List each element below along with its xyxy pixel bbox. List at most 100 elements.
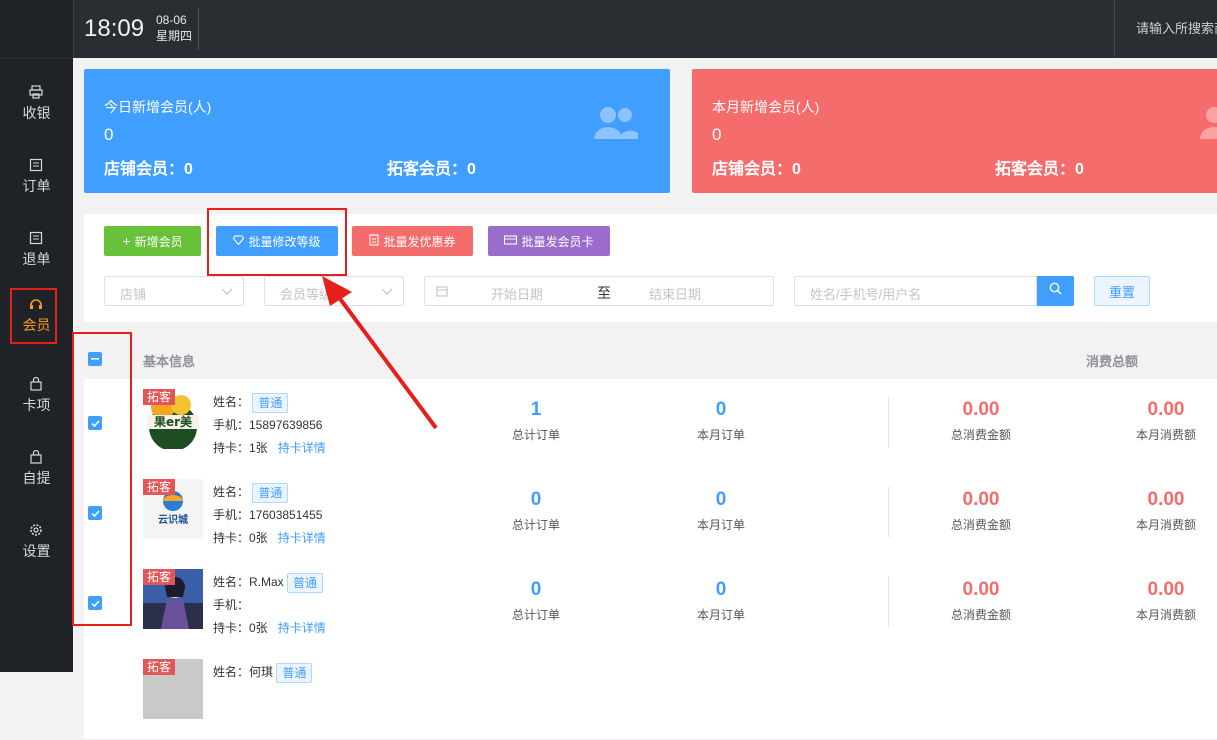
member-name: 姓名： (213, 395, 250, 409)
people-icon (1198, 105, 1217, 146)
row-checkbox[interactable] (88, 416, 102, 430)
member-info: 姓名：R.Max 普通 手机： 持卡：0张 持卡详情 (213, 571, 326, 640)
sidebar-item-label: 设置 (22, 543, 51, 559)
month-new-members-card: 本月新增会员(人) 0 店铺会员：0 拓客会员：0 (692, 69, 1217, 193)
members-table: 基本信息 消费总额 果er美 拓客 姓名： 普通 手机：15897639856 … (84, 339, 1217, 740)
store-select[interactable]: 店铺 (104, 276, 244, 306)
sidebar-item-cards[interactable]: 卡项 (0, 366, 73, 426)
level-badge: 普通 (276, 662, 313, 683)
card-details-link[interactable]: 持卡详情 (278, 531, 326, 545)
button-label: 批量发会员卡 (521, 234, 594, 249)
add-member-button[interactable]: + 新增会员 (104, 226, 201, 256)
sidebar-item-label: 订单 (22, 178, 51, 194)
row-checkbox[interactable] (88, 596, 102, 610)
date-range-picker[interactable]: 开始日期 至 结束日期 (424, 276, 774, 306)
sidebar-item-pickup[interactable]: 自提 (0, 439, 73, 499)
divider (888, 577, 889, 627)
diamond-icon (233, 234, 245, 248)
metric-label: 总消费金额 (950, 428, 1011, 442)
month-orders: 0 本月订单 (661, 489, 781, 533)
metric-label: 总计订单 (511, 518, 560, 532)
row-checkbox[interactable] (88, 506, 102, 520)
month-spent: 0.00 本月消费额 (1106, 399, 1217, 443)
total-spent: 0.00 总消费金额 (921, 399, 1041, 443)
chevron-down-icon (381, 285, 393, 300)
metric-value: 0 (715, 489, 727, 510)
store-members: 店铺会员：0 (712, 161, 801, 178)
select-placeholder: 店铺 (120, 287, 147, 302)
col-total-spent: 消费总额 (1086, 354, 1139, 369)
select-all-checkbox[interactable] (88, 352, 102, 366)
month-orders: 0 本月订单 (661, 579, 781, 623)
toolbar-panel: + 新增会员 批量修改等级 批量发优惠券 批量发会员卡 店铺 会员等级 开始日期… (84, 214, 1217, 322)
sidebar-item-label: 卡项 (22, 397, 51, 413)
clock-date: 08-06 星期四 (156, 12, 192, 44)
metric-value: 0.00 (962, 489, 1000, 510)
search-button[interactable] (1037, 276, 1074, 306)
card-value: 0 (104, 125, 114, 144)
reset-button[interactable]: 重置 (1094, 276, 1150, 306)
card-title: 今日新增会员(人) (104, 99, 212, 115)
metric-label: 本月消费额 (1135, 428, 1196, 442)
metric-label: 总计订单 (511, 428, 560, 442)
store-members: 店铺会员：0 (104, 161, 193, 178)
card-details-link[interactable]: 持卡详情 (278, 621, 326, 635)
today-new-members-card: 今日新增会员(人) 0 店铺会员：0 拓客会员：0 (84, 69, 670, 193)
select-placeholder: 会员等级 (280, 287, 333, 302)
weekday-text: 星期四 (156, 29, 193, 43)
bag-icon (29, 377, 45, 391)
svg-text:云识城: 云识城 (158, 513, 188, 526)
metric-label: 本月订单 (696, 428, 745, 442)
main-content: 今日新增会员(人) 0 店铺会员：0 拓客会员：0 本月新增会员(人) 0 店铺… (73, 58, 1217, 740)
metric-label: 总消费金额 (950, 608, 1011, 622)
people-icon (592, 105, 640, 146)
metric-value: 0.00 (1147, 579, 1185, 600)
sidebar-item-cashier[interactable]: 收银 (0, 74, 73, 134)
divider (198, 8, 199, 50)
sidebar: 收银 订单 退单 会员 卡项 自提 设置 (0, 0, 73, 672)
member-cards: 持卡：0张 (213, 621, 268, 635)
card-value: 0 (712, 125, 722, 144)
batch-coupon-button[interactable]: 批量发优惠券 (352, 226, 473, 256)
metric-value: 1 (530, 399, 542, 420)
expand-members: 拓客会员：0 (387, 161, 476, 178)
metric-label: 本月消费额 (1135, 608, 1196, 622)
calendar-icon (436, 285, 448, 300)
expand-tag: 拓客 (143, 659, 176, 675)
divider (888, 397, 889, 447)
date-text: 08-06 (156, 13, 187, 27)
month-spent: 0.00 本月消费额 (1106, 489, 1217, 533)
member-search-input[interactable]: 姓名/手机号/用户名 (794, 276, 1037, 306)
metric-value: 0.00 (962, 399, 1000, 420)
member-info: 姓名： 普通 手机：15897639856 持卡：1张 持卡详情 (213, 391, 326, 460)
batch-level-button[interactable]: 批量修改等级 (216, 226, 338, 256)
metric-value: 0 (715, 399, 727, 420)
search-placeholder: 姓名/手机号/用户名 (810, 287, 922, 302)
level-select[interactable]: 会员等级 (264, 276, 404, 306)
total-spent: 0.00 总消费金额 (921, 489, 1041, 533)
sidebar-item-label: 退单 (22, 251, 51, 267)
list-icon (29, 231, 45, 245)
annotation-highlight-members (10, 288, 57, 344)
sidebar-item-label: 自提 (22, 470, 51, 486)
sidebar-item-orders[interactable]: 订单 (0, 147, 73, 207)
sidebar-item-refunds[interactable]: 退单 (0, 220, 73, 280)
metric-label: 本月订单 (696, 608, 745, 622)
metric-value: 0.00 (1147, 489, 1185, 510)
table-header: 基本信息 消费总额 (84, 339, 1217, 379)
table-row: 拓客 姓名：何琪 普通 (84, 649, 1217, 740)
card-icon (504, 234, 518, 248)
metric-label: 本月消费额 (1135, 518, 1196, 532)
top-search-input[interactable]: 请输入所搜索商 (1114, 0, 1217, 58)
member-cards: 持卡：0张 (213, 531, 268, 545)
button-label: 批量修改等级 (248, 234, 321, 249)
coupon-icon (369, 233, 380, 249)
batch-card-button[interactable]: 批量发会员卡 (488, 226, 610, 256)
metric-value: 0.00 (962, 579, 1000, 600)
sidebar-item-settings[interactable]: 设置 (0, 512, 73, 572)
metric-value: 0 (530, 489, 542, 510)
card-details-link[interactable]: 持卡详情 (278, 441, 326, 455)
total-orders: 1 总计订单 (476, 399, 596, 443)
expand-tag: 拓客 (143, 569, 176, 585)
total-orders: 0 总计订单 (476, 579, 596, 623)
